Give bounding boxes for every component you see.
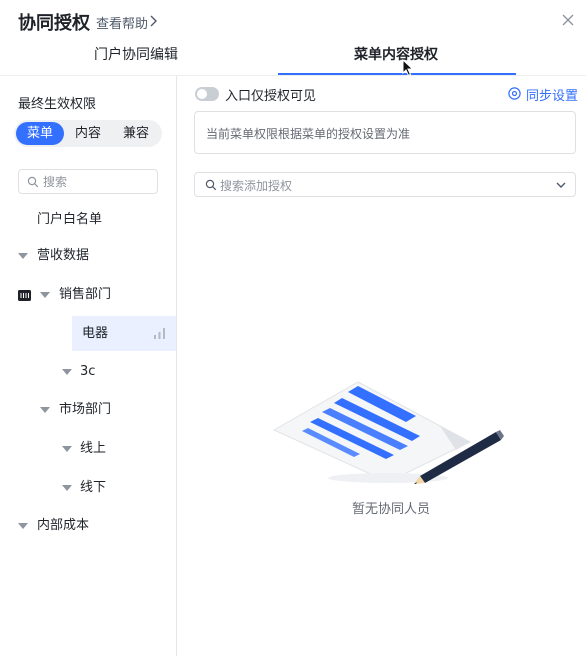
tree-item-label: 营收数据 — [37, 248, 90, 263]
toggle-knob — [197, 89, 207, 99]
segment-content[interactable]: 内容 — [64, 122, 112, 145]
segment-compatible[interactable]: 兼容 — [112, 122, 160, 145]
close-icon[interactable] — [561, 13, 575, 27]
tree-item-offline[interactable]: 线下 — [0, 470, 176, 506]
permission-segmented-control: 菜单 内容 兼容 — [14, 120, 162, 147]
tree-item-label: 市场部门 — [59, 402, 112, 417]
tree-item-revenue-data[interactable]: 营收数据 — [0, 238, 176, 274]
tree-item-label: 门户白名单 — [37, 212, 103, 227]
permission-info-text: 当前菜单权限根据菜单的授权设置为准 — [206, 127, 411, 141]
left-permission-panel: 最终生效权限 菜单 内容 兼容 门户白名单 营收数据 销售部门 — [0, 76, 177, 656]
active-tab-indicator — [278, 73, 516, 75]
left-search-box — [18, 169, 158, 194]
chevron-down-icon[interactable] — [555, 180, 567, 190]
caret-down-icon[interactable] — [40, 292, 50, 298]
collaboration-auth-dialog: 协同授权 查看帮助 门户协同编辑 菜单内容授权 最终生效权限 菜单 内容 兼容 — [0, 0, 586, 656]
chevron-right-icon[interactable] — [149, 13, 159, 29]
tree-item-label: 线下 — [80, 480, 107, 495]
caret-down-icon[interactable] — [62, 446, 72, 452]
sync-settings-label: 同步设置 — [526, 89, 579, 104]
caret-down-icon[interactable] — [40, 407, 50, 413]
search-icon — [27, 176, 39, 188]
tree-item-internal-cost[interactable]: 内部成本 — [0, 508, 176, 544]
tree-item-sales-dept[interactable]: 销售部门 — [0, 277, 176, 313]
tree-item-portal-whitelist[interactable]: 门户白名单 — [0, 202, 176, 238]
tree-search-input[interactable] — [43, 172, 153, 191]
tree-item-electronics[interactable]: 电器 — [72, 316, 176, 351]
tree-item-label: 内部成本 — [37, 518, 90, 533]
caret-down-icon[interactable] — [62, 369, 72, 375]
effective-permission-label: 最终生效权限 — [18, 97, 97, 112]
help-link[interactable]: 查看帮助 — [96, 13, 148, 32]
caret-down-icon[interactable] — [62, 485, 72, 491]
tree-item-label: 3c — [80, 364, 96, 379]
tree-item-label: 销售部门 — [59, 287, 112, 302]
empty-document-illustration — [272, 381, 504, 484]
caret-down-icon[interactable] — [18, 523, 28, 529]
add-auth-search-select[interactable]: 搜索添加授权 — [194, 172, 576, 197]
tree-item-label: 线上 — [80, 441, 107, 456]
tree-item-3c[interactable]: 3c — [0, 354, 176, 390]
empty-state-text: 暂无协同人员 — [352, 502, 431, 517]
search-icon — [205, 179, 217, 191]
toggle-label: 入口仅授权可见 — [225, 89, 317, 104]
dialog-title: 协同授权 — [18, 13, 90, 34]
caret-down-icon[interactable] — [18, 253, 28, 259]
entry-visibility-toggle[interactable] — [195, 87, 219, 101]
segment-menu[interactable]: 菜单 — [16, 122, 64, 145]
permission-info-box: 当前菜单权限根据菜单的授权设置为准 — [194, 111, 576, 154]
add-auth-placeholder: 搜索添加授权 — [220, 179, 293, 193]
tab-menu-content-auth[interactable]: 菜单内容授权 — [354, 44, 438, 64]
tree-item-online[interactable]: 线上 — [0, 431, 176, 467]
tree-item-marketing-dept[interactable]: 市场部门 — [0, 392, 176, 428]
bar-chart-icon — [154, 328, 165, 339]
eye-icon — [508, 87, 521, 100]
tab-portal-collab-edit[interactable]: 门户协同编辑 — [94, 44, 178, 64]
tree-item-label: 电器 — [82, 326, 109, 341]
